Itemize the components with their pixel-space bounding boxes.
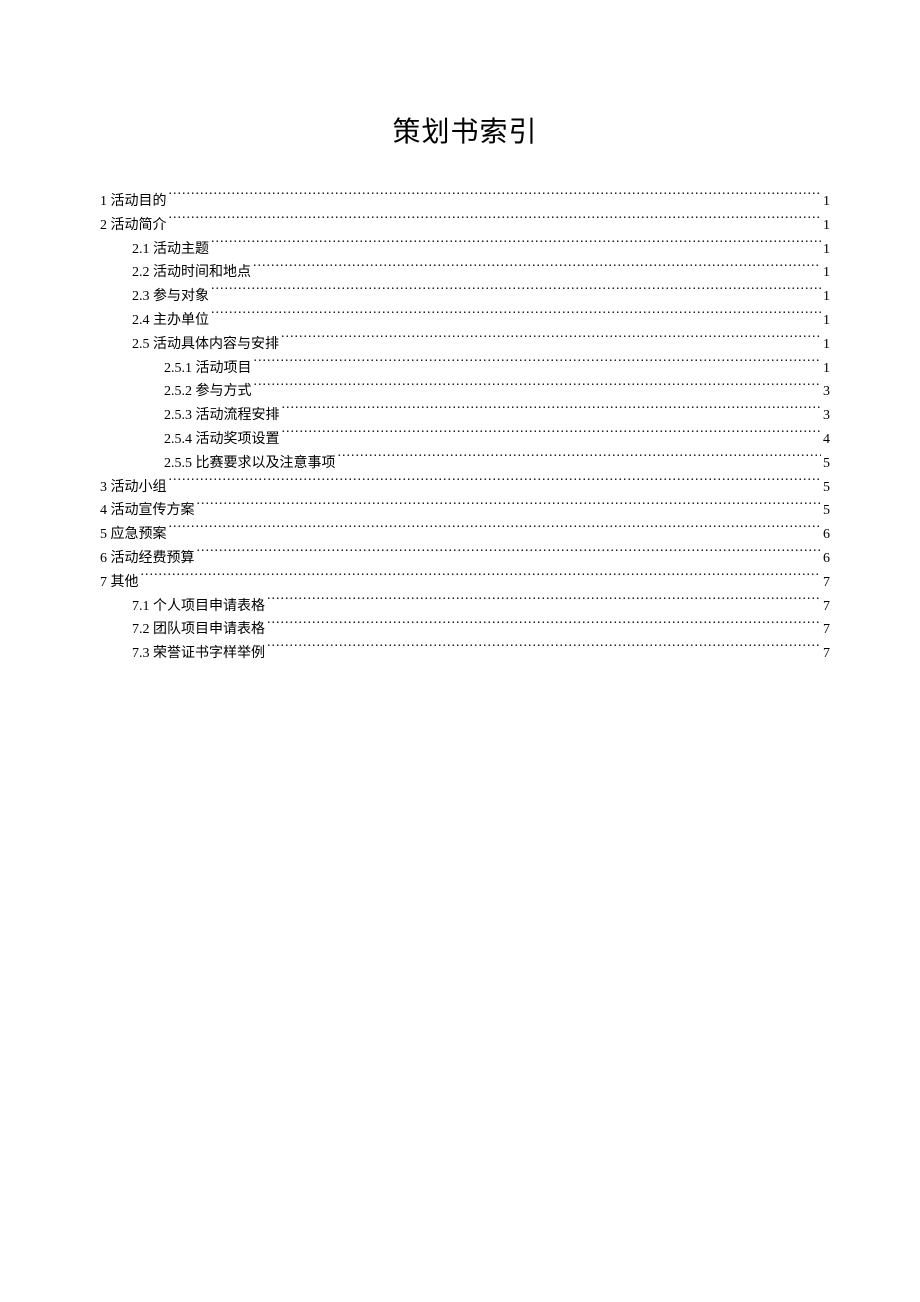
toc-entry-page: 1 <box>823 261 830 285</box>
toc-entry[interactable]: 5 应急预案 6 <box>100 523 830 547</box>
toc-entry-page: 6 <box>823 523 830 547</box>
toc-leader-dots <box>169 191 822 205</box>
toc-entry-label: 2.3 参与对象 <box>132 285 209 309</box>
toc-entry[interactable]: 1 活动目的 1 <box>100 190 830 214</box>
toc-entry-page: 1 <box>823 285 830 309</box>
toc-entry[interactable]: 2.3 参与对象 1 <box>100 285 830 309</box>
toc-entry-label: 2.5.3 活动流程安排 <box>164 404 280 428</box>
toc-leader-dots <box>281 334 821 348</box>
toc-entry-label: 2.5.5 比赛要求以及注意事项 <box>164 452 336 476</box>
toc-leader-dots <box>267 619 821 633</box>
toc-entry-page: 3 <box>823 380 830 404</box>
toc-entry-page: 6 <box>823 547 830 571</box>
toc-entry-page: 1 <box>823 190 830 214</box>
toc-entry-page: 5 <box>823 499 830 523</box>
toc-entry-label: 1 活动目的 <box>100 190 167 214</box>
toc-entry-page: 1 <box>823 357 830 381</box>
toc-entry[interactable]: 6 活动经费预算 6 <box>100 547 830 571</box>
toc-entry-label: 7.3 荣誉证书字样举例 <box>132 642 265 666</box>
toc-leader-dots <box>169 215 822 229</box>
toc-entry[interactable]: 2.5.1 活动项目 1 <box>100 357 830 381</box>
toc-entry-page: 4 <box>823 428 830 452</box>
toc-entry-page: 1 <box>823 238 830 262</box>
toc-entry[interactable]: 2.4 主办单位 1 <box>100 309 830 333</box>
toc-entry-label: 5 应急预案 <box>100 523 167 547</box>
toc-entry-label: 2.5.2 参与方式 <box>164 380 252 404</box>
toc-entry[interactable]: 2 活动简介 1 <box>100 214 830 238</box>
toc-entry[interactable]: 7.3 荣誉证书字样举例 7 <box>100 642 830 666</box>
toc-entry-page: 7 <box>823 618 830 642</box>
toc-entry-label: 2.5.4 活动奖项设置 <box>164 428 280 452</box>
toc-entry[interactable]: 2.5.4 活动奖项设置 4 <box>100 428 830 452</box>
toc-entry-page: 7 <box>823 571 830 595</box>
toc-leader-dots <box>267 643 821 657</box>
toc-entry-page: 7 <box>823 595 830 619</box>
toc-entry-label: 7.1 个人项目申请表格 <box>132 595 265 619</box>
toc-leader-dots <box>282 429 822 443</box>
toc-leader-dots <box>169 524 822 538</box>
toc-entry-page: 5 <box>823 476 830 500</box>
toc-entry[interactable]: 2.5.2 参与方式 3 <box>100 380 830 404</box>
toc-entry[interactable]: 2.1 活动主题 1 <box>100 238 830 262</box>
toc-entry[interactable]: 7.1 个人项目申请表格 7 <box>100 595 830 619</box>
toc-entry[interactable]: 2.2 活动时间和地点 1 <box>100 261 830 285</box>
document-page: 策划书索引 1 活动目的12 活动简介12.1 活动主题12.2 活动时间和地点… <box>0 0 920 666</box>
toc-leader-dots <box>211 239 821 253</box>
toc-entry-label: 2.5 活动具体内容与安排 <box>132 333 279 357</box>
toc-leader-dots <box>197 500 822 514</box>
toc-entry-page: 1 <box>823 214 830 238</box>
toc-leader-dots <box>267 596 821 610</box>
toc-leader-dots <box>253 262 821 276</box>
toc-entry-label: 3 活动小组 <box>100 476 167 500</box>
toc-entry-label: 6 活动经费预算 <box>100 547 195 571</box>
toc-entry[interactable]: 4 活动宣传方案 5 <box>100 499 830 523</box>
toc-entry-label: 4 活动宣传方案 <box>100 499 195 523</box>
toc-entry-label: 2 活动简介 <box>100 214 167 238</box>
toc-leader-dots <box>211 310 821 324</box>
table-of-contents: 1 活动目的12 活动简介12.1 活动主题12.2 活动时间和地点12.3 参… <box>100 190 830 666</box>
toc-entry-label: 2.4 主办单位 <box>132 309 209 333</box>
toc-entry[interactable]: 7.2 团队项目申请表格 7 <box>100 618 830 642</box>
toc-leader-dots <box>254 358 822 372</box>
toc-leader-dots <box>211 286 821 300</box>
toc-leader-dots <box>282 405 822 419</box>
toc-entry-label: 7 其他 <box>100 571 139 595</box>
toc-entry[interactable]: 2.5.3 活动流程安排 3 <box>100 404 830 428</box>
page-title: 策划书索引 <box>100 110 830 150</box>
toc-entry[interactable]: 7 其他 7 <box>100 571 830 595</box>
toc-leader-dots <box>197 548 822 562</box>
toc-entry-page: 5 <box>823 452 830 476</box>
toc-leader-dots <box>169 477 822 491</box>
toc-leader-dots <box>338 453 822 467</box>
toc-entry-page: 1 <box>823 309 830 333</box>
toc-entry-page: 1 <box>823 333 830 357</box>
toc-entry[interactable]: 2.5.5 比赛要求以及注意事项 5 <box>100 452 830 476</box>
toc-entry-label: 2.1 活动主题 <box>132 238 209 262</box>
toc-entry-page: 3 <box>823 404 830 428</box>
toc-entry-label: 2.2 活动时间和地点 <box>132 261 251 285</box>
toc-entry[interactable]: 2.5 活动具体内容与安排 1 <box>100 333 830 357</box>
toc-entry-page: 7 <box>823 642 830 666</box>
toc-entry-label: 2.5.1 活动项目 <box>164 357 252 381</box>
toc-leader-dots <box>254 381 822 395</box>
toc-entry[interactable]: 3 活动小组 5 <box>100 476 830 500</box>
toc-entry-label: 7.2 团队项目申请表格 <box>132 618 265 642</box>
toc-leader-dots <box>141 572 822 586</box>
